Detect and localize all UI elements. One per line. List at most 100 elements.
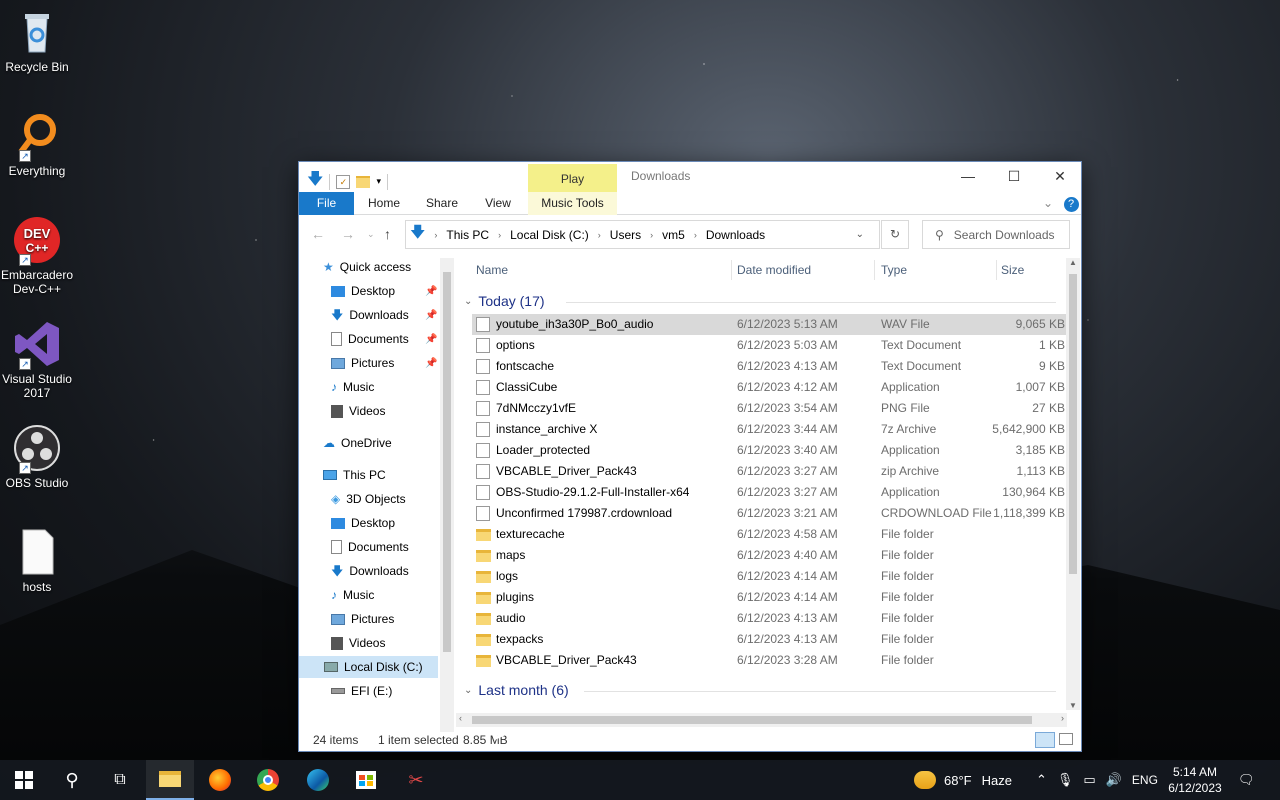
search-input[interactable]: ⚲ Search Downloads bbox=[922, 220, 1070, 249]
back-icon[interactable]: ← bbox=[311, 220, 325, 249]
group-header-today[interactable]: ⌄ Today (17) bbox=[464, 293, 545, 309]
breadcrumb-users[interactable]: Users bbox=[610, 228, 641, 242]
chevron-up-icon[interactable]: ⌃ bbox=[1036, 772, 1047, 788]
tab-file[interactable]: File bbox=[299, 192, 354, 215]
help-icon[interactable]: ? bbox=[1063, 192, 1079, 215]
file-row[interactable]: texpacks 6/12/2023 4:13 AM File folder bbox=[472, 629, 1067, 650]
scrollbar-thumb[interactable] bbox=[1069, 274, 1077, 574]
properties-icon[interactable]: ✓ bbox=[336, 174, 351, 189]
nav-this-pc[interactable]: This PC bbox=[323, 464, 386, 486]
file-row[interactable]: youtube_ih3a30P_Bo0_audio 6/12/2023 5:13 … bbox=[472, 314, 1067, 335]
nav-videos[interactable]: Videos bbox=[331, 632, 385, 654]
desktop-icon-visual-studio[interactable]: ↗ Visual Studio 2017 bbox=[0, 320, 74, 400]
tab-home[interactable]: Home bbox=[359, 192, 409, 215]
file-row[interactable]: Unconfirmed 179987.crdownload 6/12/2023 3… bbox=[472, 503, 1067, 524]
scroll-up-icon[interactable]: ▲ bbox=[1069, 258, 1077, 267]
breadcrumb-vm5[interactable]: vm5 bbox=[662, 228, 685, 242]
chrome-icon[interactable] bbox=[244, 760, 292, 800]
store-icon[interactable] bbox=[342, 760, 390, 800]
group-header-last-month[interactable]: ⌄ Last month (6) bbox=[464, 682, 569, 698]
details-view-icon[interactable] bbox=[1035, 732, 1055, 748]
recent-locations-icon[interactable]: ⌄ bbox=[367, 220, 375, 249]
large-icons-view-icon[interactable] bbox=[1059, 733, 1073, 745]
minimize-icon[interactable]: — bbox=[945, 162, 991, 190]
file-explorer-taskbar-icon[interactable] bbox=[146, 760, 194, 800]
file-row[interactable]: plugins 6/12/2023 4:14 AM File folder bbox=[472, 587, 1067, 608]
nav-downloads[interactable]: 🡇 Downloads bbox=[331, 560, 409, 582]
nav-quick-music[interactable]: ♪ Music bbox=[331, 376, 374, 398]
file-row[interactable]: fontscache 6/12/2023 4:13 AM Text Document… bbox=[472, 356, 1067, 377]
start-button[interactable] bbox=[0, 760, 48, 800]
nav-quick-pictures[interactable]: Pictures bbox=[331, 352, 394, 374]
address-bar[interactable]: 🡇 › This PC › Local Disk (C:) › Users › … bbox=[405, 220, 880, 249]
nav-quick-downloads[interactable]: 🡇 Downloads bbox=[331, 304, 409, 326]
column-name[interactable]: Name bbox=[476, 256, 508, 284]
file-row[interactable]: instance_archive X 6/12/2023 3:44 AM 7z Ar… bbox=[472, 419, 1067, 440]
microphone-icon[interactable]: 🎙 bbox=[1057, 772, 1074, 788]
file-row[interactable]: OBS-Studio-29.1.2-Full-Installer-x64 6/12… bbox=[472, 482, 1067, 503]
desktop-icon-hosts[interactable]: hosts bbox=[0, 528, 74, 594]
snipping-tool-icon[interactable]: ✂ bbox=[392, 760, 440, 800]
nav-3d-objects[interactable]: ◈ 3D Objects bbox=[331, 488, 406, 510]
column-date-modified[interactable]: Date modified bbox=[737, 256, 811, 284]
file-row[interactable]: logs 6/12/2023 4:14 AM File folder bbox=[472, 566, 1067, 587]
forward-icon[interactable]: → bbox=[341, 220, 355, 249]
breadcrumb-this-pc[interactable]: This PC bbox=[446, 228, 489, 242]
scrollbar-thumb[interactable] bbox=[472, 716, 1032, 724]
desktop-icon-devcpp[interactable]: DEV C++ ↗ Embarcadero Dev-C++ bbox=[0, 216, 74, 296]
edge-icon[interactable] bbox=[294, 760, 342, 800]
refresh-icon[interactable]: ↻ bbox=[881, 220, 909, 249]
nav-onedrive[interactable]: ☁ OneDrive bbox=[323, 432, 392, 454]
up-icon[interactable]: ↑ bbox=[384, 220, 391, 249]
file-list-scrollbar[interactable]: ▲ ▼ bbox=[1066, 258, 1080, 710]
scroll-down-icon[interactable]: ▼ bbox=[1069, 701, 1077, 710]
file-row[interactable]: VBCABLE_Driver_Pack43 6/12/2023 3:28 AM Fi… bbox=[472, 650, 1067, 671]
task-view-icon[interactable]: ⧉ bbox=[96, 760, 144, 800]
file-row[interactable]: maps 6/12/2023 4:40 AM File folder bbox=[472, 545, 1067, 566]
desktop-icon-obs[interactable]: ↗ OBS Studio bbox=[0, 424, 74, 490]
network-icon[interactable]: ▭ bbox=[1083, 772, 1095, 788]
close-icon[interactable]: ✕ bbox=[1037, 162, 1083, 190]
scroll-right-icon[interactable]: › bbox=[1061, 713, 1064, 723]
file-row[interactable]: 7dNMcczy1vfE 6/12/2023 3:54 AM PNG File 27 … bbox=[472, 398, 1067, 419]
nav-desktop[interactable]: Desktop bbox=[331, 512, 395, 534]
new-folder-icon[interactable] bbox=[356, 175, 371, 188]
weather-widget[interactable]: 68°F Haze bbox=[914, 760, 1012, 800]
breadcrumb-local-disk[interactable]: Local Disk (C:) bbox=[510, 228, 589, 242]
column-type[interactable]: Type bbox=[881, 256, 907, 284]
notifications-icon[interactable]: 🗨 bbox=[1238, 760, 1255, 800]
maximize-icon[interactable]: ☐ bbox=[991, 162, 1037, 190]
nav-quick-access[interactable]: ★ Quick access bbox=[323, 256, 411, 278]
nav-local-disk[interactable]: Local Disk (C:) bbox=[299, 656, 438, 678]
nav-quick-videos[interactable]: Videos bbox=[331, 400, 385, 422]
scroll-left-icon[interactable]: ‹ bbox=[459, 713, 462, 723]
nav-quick-documents[interactable]: Documents bbox=[331, 328, 409, 350]
customize-qat-icon[interactable]: ▾ bbox=[376, 176, 381, 187]
firefox-icon[interactable] bbox=[196, 760, 244, 800]
file-row[interactable]: VBCABLE_Driver_Pack43 6/12/2023 3:27 AM zi… bbox=[472, 461, 1067, 482]
nav-documents[interactable]: Documents bbox=[331, 536, 409, 558]
language-indicator[interactable]: ENG bbox=[1132, 773, 1158, 787]
clock[interactable]: 5:14 AM 6/12/2023 bbox=[1160, 760, 1230, 800]
tab-view[interactable]: View bbox=[474, 192, 522, 215]
scrollbar-thumb[interactable] bbox=[443, 272, 451, 652]
nav-scrollbar[interactable] bbox=[440, 258, 454, 732]
tab-share[interactable]: Share bbox=[417, 192, 467, 215]
breadcrumb-downloads[interactable]: Downloads bbox=[706, 228, 765, 242]
file-row[interactable]: Loader_protected 6/12/2023 3:40 AM Applica… bbox=[472, 440, 1067, 461]
nav-quick-desktop[interactable]: Desktop bbox=[331, 280, 395, 302]
file-row[interactable]: options 6/12/2023 5:03 AM Text Document 1 K… bbox=[472, 335, 1067, 356]
nav-pictures[interactable]: Pictures bbox=[331, 608, 394, 630]
nav-efi-drive[interactable]: EFI (E:) bbox=[331, 680, 392, 702]
volume-icon[interactable]: 🔊 bbox=[1106, 772, 1122, 788]
column-size[interactable]: Size bbox=[1001, 256, 1024, 284]
expand-ribbon-icon[interactable]: ⌄ bbox=[1041, 192, 1055, 215]
desktop-icon-recycle-bin[interactable]: Recycle Bin bbox=[0, 8, 74, 74]
nav-music[interactable]: ♪ Music bbox=[331, 584, 374, 606]
file-row[interactable]: ClassiCube 6/12/2023 4:12 AM Application 1,… bbox=[472, 377, 1067, 398]
horizontal-scrollbar[interactable]: ‹ › bbox=[456, 713, 1067, 727]
file-row[interactable]: audio 6/12/2023 4:13 AM File folder bbox=[472, 608, 1067, 629]
address-dropdown-icon[interactable]: ⌄ bbox=[856, 229, 864, 240]
tab-music-tools[interactable]: Music Tools bbox=[528, 192, 617, 215]
search-taskbar-icon[interactable]: ⚲ bbox=[48, 760, 96, 800]
